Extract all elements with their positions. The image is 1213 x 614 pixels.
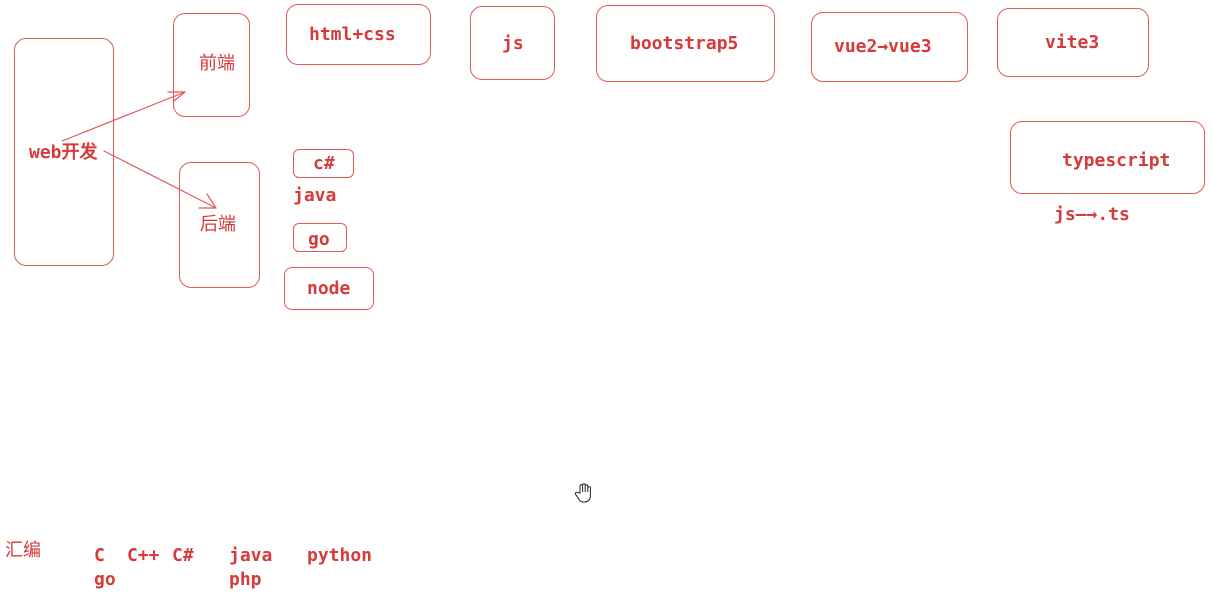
node-label: node	[307, 278, 351, 299]
csharp-label: c#	[313, 153, 335, 174]
typescript-label: typescript	[1062, 150, 1171, 171]
web-dev-label: web开发	[29, 142, 98, 163]
go-label: go	[308, 229, 330, 250]
vue-label: vue2→vue3	[834, 36, 932, 57]
frontend-label: 前端	[199, 53, 235, 74]
python-label: python	[307, 545, 373, 566]
cpp-label: C++	[127, 545, 160, 566]
assembly-label: 汇编	[5, 540, 41, 561]
html-css-label: html+css	[309, 24, 396, 45]
c-label: C	[94, 545, 105, 566]
php-label: php	[229, 569, 262, 590]
bootstrap-label: bootstrap5	[630, 33, 739, 54]
backend-label: 后端	[200, 214, 236, 235]
java-bottom-label: java	[229, 545, 273, 566]
hand-cursor-icon	[574, 483, 591, 503]
js-label: js	[502, 33, 524, 54]
go-bottom-label: go	[94, 569, 116, 590]
java-label: java	[293, 185, 337, 206]
js-to-ts-label: js—→.ts	[1054, 204, 1130, 225]
csharp-bottom-label: C#	[172, 545, 194, 566]
vite-label: vite3	[1045, 32, 1100, 53]
